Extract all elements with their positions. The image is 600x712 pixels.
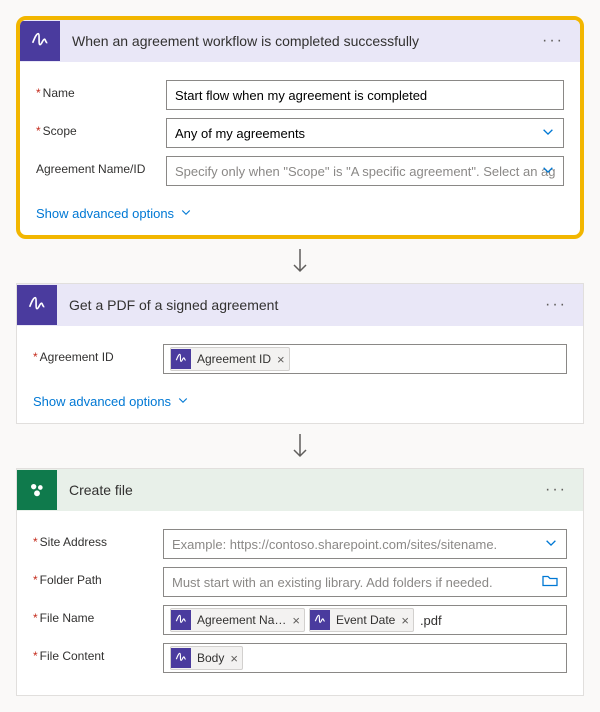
token-label: Event Date: [336, 613, 395, 627]
adobe-sign-icon: [171, 648, 191, 668]
card-header[interactable]: Get a PDF of a signed agreement ···: [17, 284, 583, 326]
site-address-field[interactable]: [163, 529, 567, 559]
agreement-id-label: Agreement Name/ID: [36, 156, 166, 176]
token-label: Agreement Na…: [197, 613, 286, 627]
card-body: Name Scope Agreement Name/ID: [20, 62, 580, 235]
card-body: Agreement ID Agreement ID × Show advance…: [17, 326, 583, 423]
agreement-id-input[interactable]: [173, 163, 557, 180]
token-agreement-name[interactable]: Agreement Na… ×: [170, 608, 305, 632]
agreement-id-field[interactable]: Agreement ID ×: [163, 344, 567, 374]
chevron-down-icon: [177, 394, 189, 409]
folder-path-label: Folder Path: [33, 567, 163, 587]
scope-field[interactable]: [166, 118, 564, 148]
create-file-card: Create file ··· Site Address Folder Path…: [16, 468, 584, 696]
card-title: Create file: [57, 482, 539, 498]
token-label: Agreement ID: [197, 352, 271, 366]
flow-connector: [16, 239, 584, 283]
folder-path-input[interactable]: [170, 574, 560, 591]
trigger-card: When an agreement workflow is completed …: [16, 16, 584, 239]
card-title: When an agreement workflow is completed …: [60, 33, 536, 49]
get-pdf-card: Get a PDF of a signed agreement ··· Agre…: [16, 283, 584, 424]
name-field[interactable]: [166, 80, 564, 110]
show-advanced-toggle[interactable]: Show advanced options: [33, 394, 189, 409]
card-header[interactable]: Create file ···: [17, 469, 583, 511]
scope-label: Scope: [36, 118, 166, 138]
scope-input[interactable]: [173, 125, 557, 142]
adobe-sign-icon: [171, 349, 191, 369]
adobe-sign-icon: [310, 610, 330, 630]
file-name-field[interactable]: Agreement Na… × Event Date × .pdf: [163, 605, 567, 635]
file-name-label: File Name: [33, 605, 163, 625]
token-body[interactable]: Body ×: [170, 646, 243, 670]
folder-picker-icon[interactable]: [542, 574, 558, 591]
chevron-down-icon: [180, 206, 192, 221]
folder-path-field[interactable]: [163, 567, 567, 597]
advanced-label: Show advanced options: [36, 206, 174, 221]
file-content-label: File Content: [33, 643, 163, 663]
adobe-sign-icon: [20, 21, 60, 61]
site-address-input[interactable]: [170, 536, 560, 553]
file-content-field[interactable]: Body ×: [163, 643, 567, 673]
token-event-date[interactable]: Event Date ×: [309, 608, 414, 632]
sharepoint-icon: [17, 470, 57, 510]
token-remove-icon[interactable]: ×: [401, 613, 409, 628]
agreement-id-label: Agreement ID: [33, 344, 163, 364]
token-remove-icon[interactable]: ×: [292, 613, 300, 628]
adobe-sign-icon: [171, 610, 191, 630]
adobe-sign-icon: [17, 285, 57, 325]
token-remove-icon[interactable]: ×: [230, 651, 238, 666]
filename-suffix: .pdf: [418, 613, 444, 628]
card-menu-button[interactable]: ···: [536, 28, 570, 54]
card-title: Get a PDF of a signed agreement: [57, 297, 539, 313]
token-remove-icon[interactable]: ×: [277, 352, 285, 367]
card-menu-button[interactable]: ···: [539, 292, 573, 318]
card-menu-button[interactable]: ···: [539, 477, 573, 503]
card-header[interactable]: When an agreement workflow is completed …: [20, 20, 580, 62]
token-label: Body: [197, 651, 224, 665]
show-advanced-toggle[interactable]: Show advanced options: [36, 206, 192, 221]
site-address-label: Site Address: [33, 529, 163, 549]
name-input[interactable]: [173, 87, 557, 104]
agreement-id-field[interactable]: [166, 156, 564, 186]
arrow-down-icon: [290, 432, 310, 460]
card-body: Site Address Folder Path File Name: [17, 511, 583, 695]
token-agreement-id[interactable]: Agreement ID ×: [170, 347, 290, 371]
flow-connector: [16, 424, 584, 468]
name-label: Name: [36, 80, 166, 100]
advanced-label: Show advanced options: [33, 394, 171, 409]
arrow-down-icon: [290, 247, 310, 275]
